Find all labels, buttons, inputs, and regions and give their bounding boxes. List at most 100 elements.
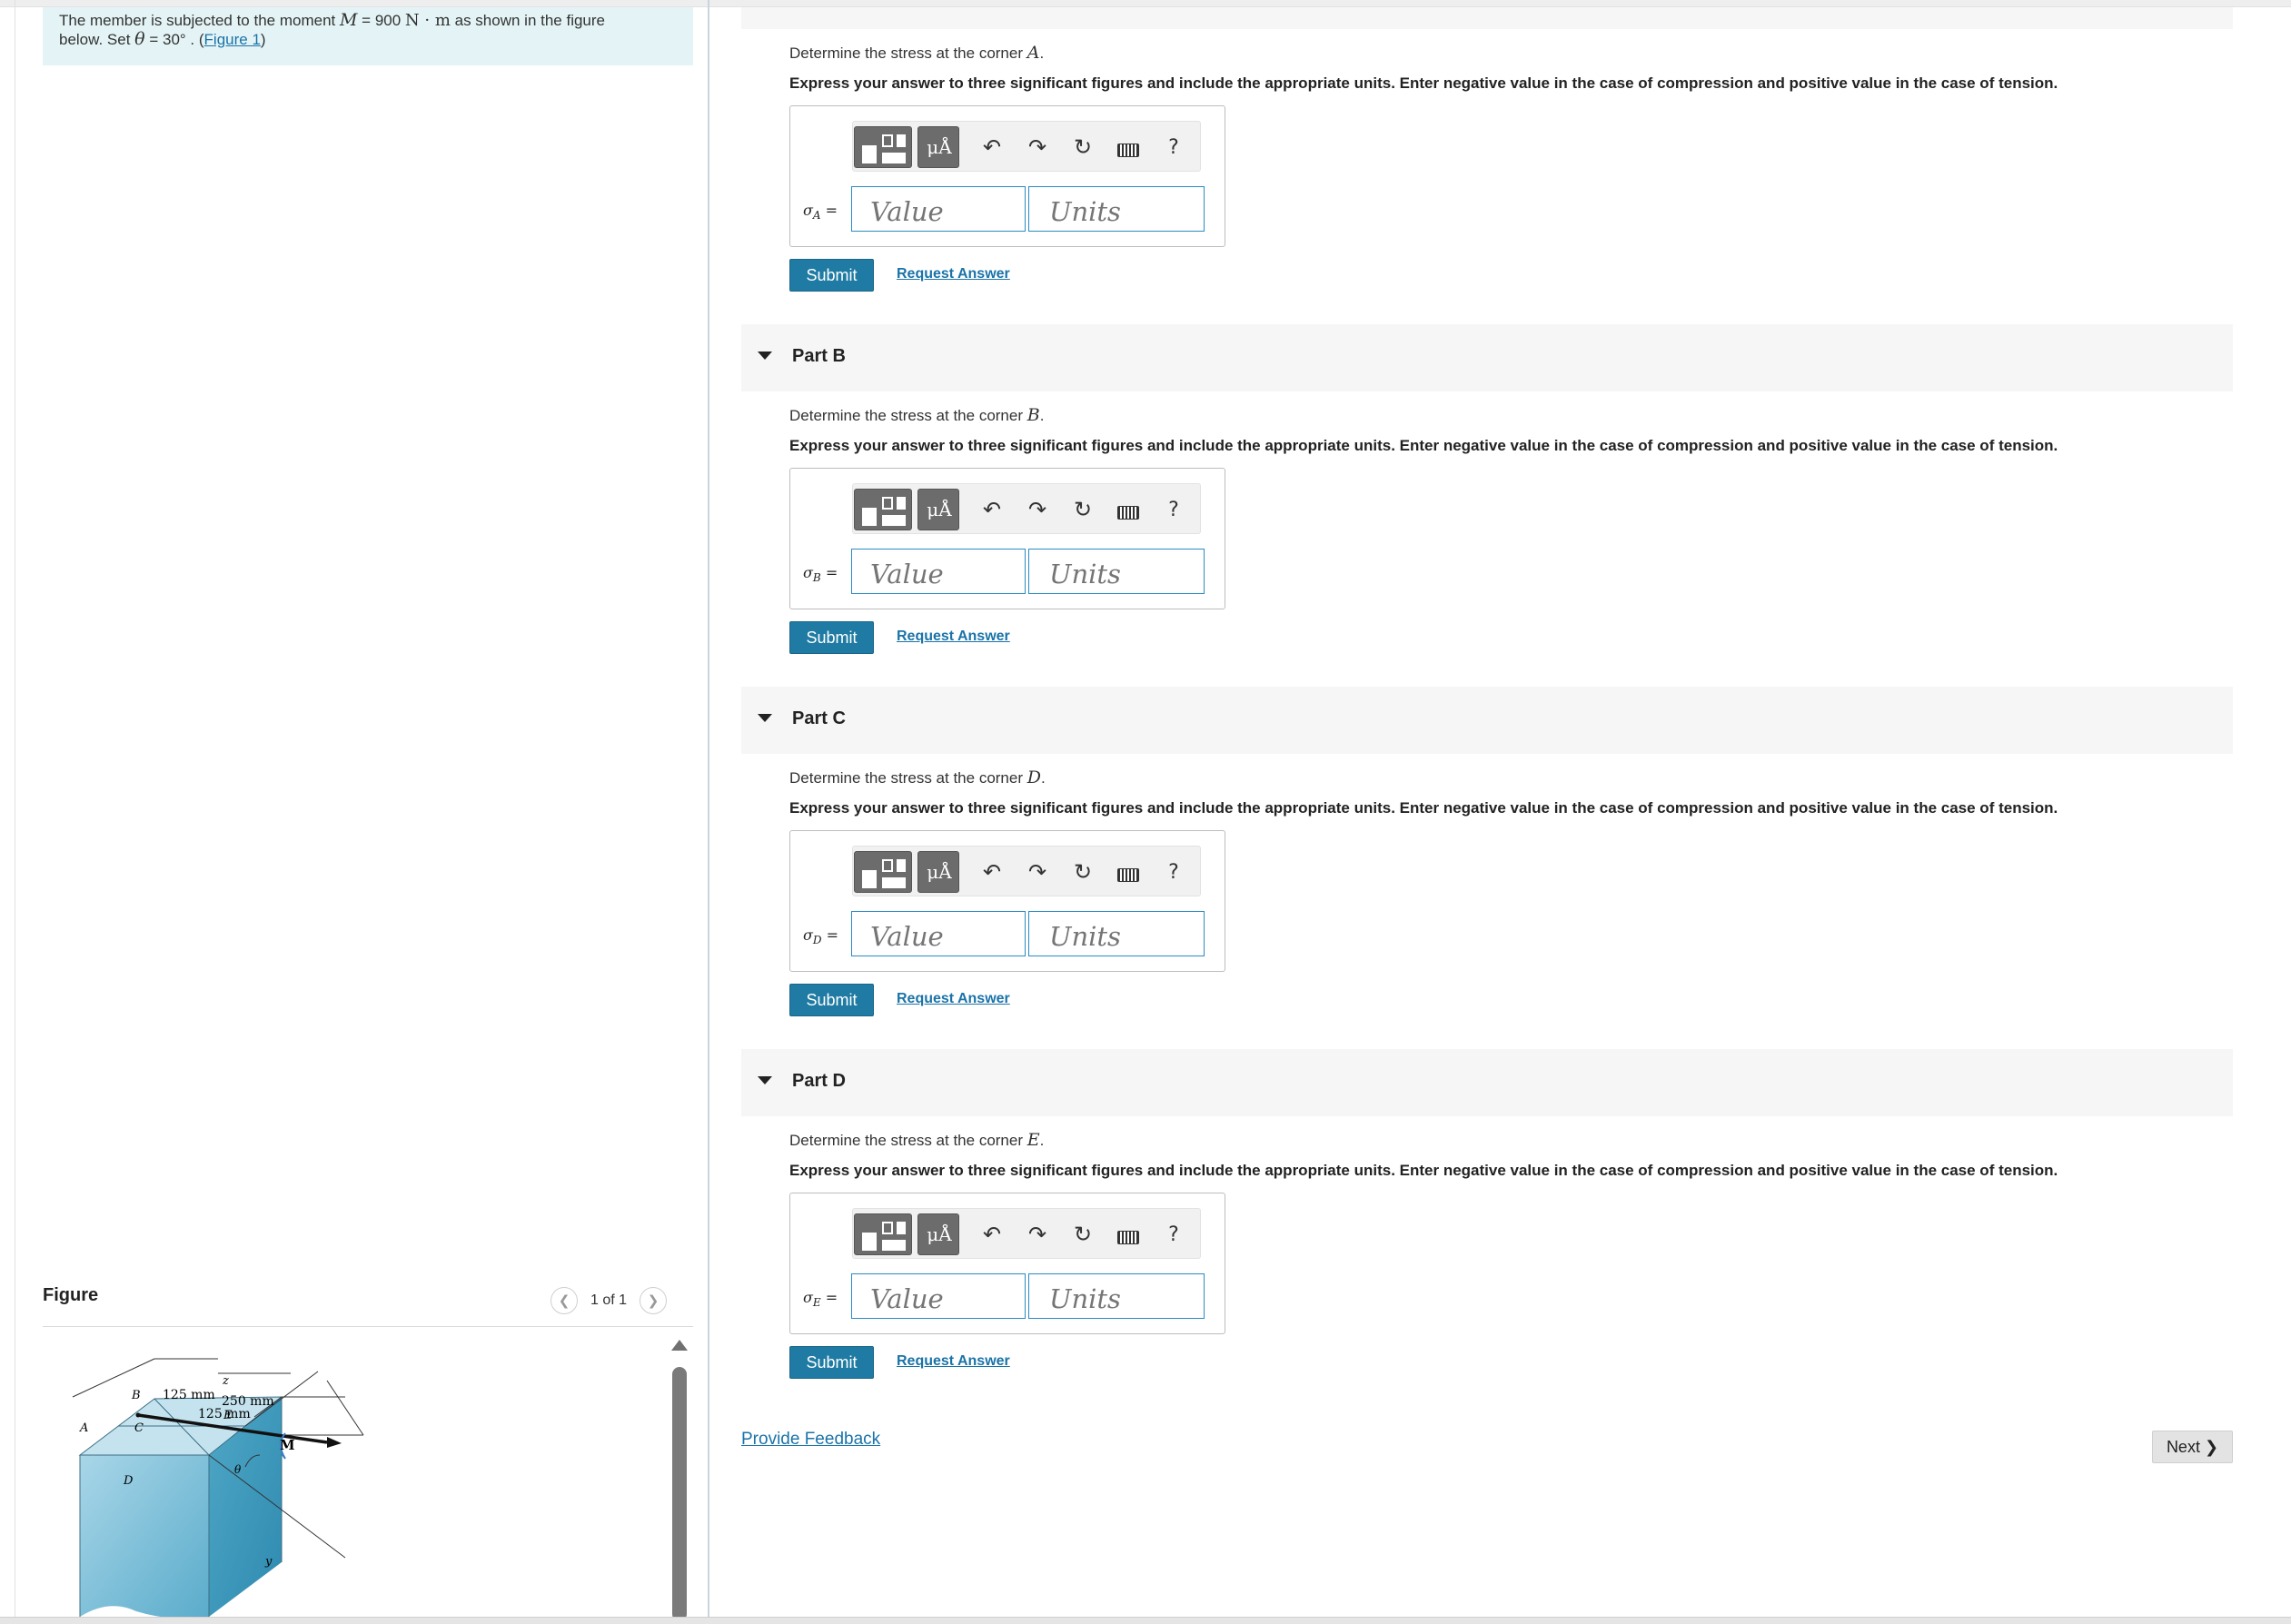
templates-button[interactable]: [854, 126, 912, 168]
caret-down-icon: [758, 1076, 772, 1084]
part-c-title: Part C: [792, 708, 846, 728]
units-symbols-button[interactable]: μÅ: [917, 851, 959, 893]
label-moment: M: [280, 1437, 295, 1453]
templates-button[interactable]: [854, 489, 912, 530]
part-a-instruction: Express your answer to three significant…: [789, 74, 2058, 92]
part-d-header[interactable]: Part D: [741, 1049, 2233, 1116]
point-c-dot: [135, 1412, 141, 1418]
part-d-title: Part D: [792, 1071, 846, 1091]
label-y: y: [264, 1555, 273, 1569]
chevron-right-icon: ❯: [2204, 1438, 2219, 1456]
templates-button[interactable]: [854, 1213, 912, 1255]
units-symbols-button[interactable]: μÅ: [917, 1213, 959, 1255]
submit-button[interactable]: Submit: [789, 259, 874, 292]
question-pane: Determine the stress at the corner A. Ex…: [741, 0, 2233, 1617]
pane-divider[interactable]: [708, 0, 709, 1619]
part-b-header[interactable]: Part B: [741, 324, 2233, 391]
scroll-thumb[interactable]: [672, 1367, 687, 1621]
undo-icon[interactable]: ↶: [978, 497, 1006, 524]
figure-divider: [43, 1326, 693, 1327]
part-d-question: Determine the stress at the corner E.: [789, 1130, 1045, 1150]
figure-pager: ❮ 1 of 1 ❯: [550, 1287, 668, 1314]
reset-icon[interactable]: ↻: [1069, 859, 1096, 886]
units-input[interactable]: [1028, 186, 1205, 232]
figure-next-button[interactable]: ❯: [640, 1287, 668, 1314]
moment-equals: = 900: [357, 12, 405, 29]
problem-statement: The member is subjected to the moment M …: [43, 7, 693, 65]
part-b-instruction: Express your answer to three significant…: [789, 437, 2058, 454]
undo-icon[interactable]: ↶: [978, 859, 1006, 886]
chevron-left-icon: ❮: [558, 1293, 570, 1309]
value-input[interactable]: [851, 911, 1026, 956]
math-toolbar: μÅ ↶ ↷ ↻ ?: [852, 121, 1201, 172]
figure-page-count: 1 of 1: [590, 1292, 628, 1308]
figure-title: Figure: [43, 1285, 99, 1305]
help-icon[interactable]: ?: [1160, 859, 1187, 886]
cube-front-face: [80, 1455, 209, 1617]
math-toolbar: μÅ ↶ ↷ ↻ ?: [852, 483, 1201, 534]
redo-icon[interactable]: ↷: [1024, 497, 1051, 524]
submit-button[interactable]: Submit: [789, 984, 874, 1016]
templates-button[interactable]: [854, 851, 912, 893]
units-input[interactable]: [1028, 911, 1205, 956]
figure-prev-button[interactable]: ❮: [550, 1287, 578, 1314]
request-answer-link[interactable]: Request Answer: [897, 1353, 1010, 1370]
part-a-question: Determine the stress at the corner A.: [789, 43, 1045, 63]
value-input[interactable]: [851, 1273, 1026, 1319]
caret-down-icon: [758, 714, 772, 722]
reset-icon[interactable]: ↻: [1069, 1222, 1096, 1249]
submit-button[interactable]: Submit: [789, 621, 874, 654]
keyboard-icon[interactable]: [1115, 859, 1142, 886]
help-icon[interactable]: ?: [1160, 1222, 1187, 1249]
figure-link[interactable]: Figure 1: [204, 31, 261, 48]
redo-icon[interactable]: ↷: [1024, 859, 1051, 886]
figure-image: A B C D E z y M θ 250 mm 125 mm 125 mm: [72, 1358, 364, 1617]
units-input[interactable]: [1028, 549, 1205, 594]
corner-symbol: E: [1026, 1130, 1040, 1150]
next-button[interactable]: Next ❯: [2152, 1431, 2233, 1463]
sigma-e-label: σE =: [803, 1289, 838, 1309]
value-input[interactable]: [851, 549, 1026, 594]
keyboard-icon[interactable]: [1115, 134, 1142, 162]
request-answer-link[interactable]: Request Answer: [897, 991, 1010, 1007]
units-symbols-button[interactable]: μÅ: [917, 489, 959, 530]
corner-symbol: D: [1026, 767, 1041, 787]
part-b-title: Part B: [792, 346, 846, 366]
keyboard-icon[interactable]: [1115, 497, 1142, 524]
caret-down-icon: [758, 352, 772, 360]
label-a: A: [79, 1421, 88, 1435]
reset-icon[interactable]: ↻: [1069, 134, 1096, 162]
figure-scrollbar[interactable]: [670, 1340, 689, 1621]
help-icon[interactable]: ?: [1160, 134, 1187, 162]
request-answer-link[interactable]: Request Answer: [897, 629, 1010, 645]
redo-icon[interactable]: ↷: [1024, 134, 1051, 162]
label-dim-125-right: 125 mm: [198, 1407, 251, 1421]
part-c-instruction: Express your answer to three significant…: [789, 799, 2058, 817]
submit-button[interactable]: Submit: [789, 1346, 874, 1379]
units-symbols-button[interactable]: μÅ: [917, 126, 959, 168]
label-d: D: [123, 1474, 134, 1488]
part-d-instruction: Express your answer to three significant…: [789, 1162, 2058, 1179]
chevron-right-icon: ❯: [647, 1293, 660, 1309]
theta-value: = 30° . (: [144, 31, 204, 48]
part-c-header[interactable]: Part C: [741, 687, 2233, 754]
undo-icon[interactable]: ↶: [978, 134, 1006, 162]
scroll-up-arrow-icon[interactable]: [671, 1340, 688, 1351]
redo-icon[interactable]: ↷: [1024, 1222, 1051, 1249]
label-b: B: [131, 1389, 141, 1402]
app-window: The member is subjected to the moment M …: [0, 0, 2291, 1624]
provide-feedback-link[interactable]: Provide Feedback: [741, 1430, 880, 1450]
request-answer-link[interactable]: Request Answer: [897, 266, 1010, 282]
label-dim-125-top: 125 mm: [163, 1388, 215, 1402]
value-input[interactable]: [851, 186, 1026, 232]
undo-icon[interactable]: ↶: [978, 1222, 1006, 1249]
sigma-b-label: σB =: [803, 564, 838, 584]
part-c-answer-box: μÅ ↶ ↷ ↻ ? σD =: [789, 830, 1225, 972]
keyboard-icon[interactable]: [1115, 1222, 1142, 1249]
close-paren: ): [260, 31, 266, 48]
help-icon[interactable]: ?: [1160, 497, 1187, 524]
units-input[interactable]: [1028, 1273, 1205, 1319]
dim-line-250: [72, 1358, 155, 1398]
reset-icon[interactable]: ↻: [1069, 497, 1096, 524]
label-z: z: [222, 1374, 229, 1388]
